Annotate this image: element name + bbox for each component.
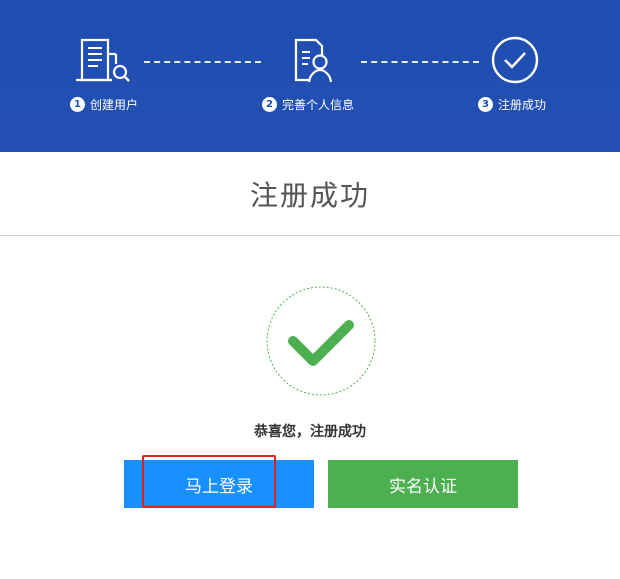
step-connector [144, 61, 261, 63]
success-message: 恭喜您，注册成功 [254, 424, 366, 440]
step-register-success: 3 注册成功 [478, 36, 546, 113]
step-label: 完善个人信息 [282, 98, 355, 112]
page-title: 注册成功 [249, 178, 370, 212]
step-connector [361, 61, 479, 63]
building-search-icon [72, 36, 136, 88]
step-complete-info: 2 完善个人信息 [262, 36, 354, 113]
step-number: 3 [478, 97, 493, 112]
document-user-icon [276, 36, 340, 88]
real-name-verify-button[interactable]: 实名认证 [328, 460, 518, 508]
progress-header: 1 创建用户 2 完善个人信息 3 注册成功 [0, 0, 620, 152]
step-number: 1 [70, 97, 85, 112]
login-now-button[interactable]: 马上登录 [124, 460, 314, 508]
step-create-user: 1 创建用户 [70, 36, 138, 113]
step-label: 创建用户 [90, 98, 139, 112]
check-circle-icon [480, 36, 544, 88]
page-title-bar: 注册成功 [0, 152, 620, 236]
step-label: 注册成功 [498, 98, 547, 112]
step-number: 2 [262, 97, 277, 112]
success-check-icon [265, 285, 377, 397]
